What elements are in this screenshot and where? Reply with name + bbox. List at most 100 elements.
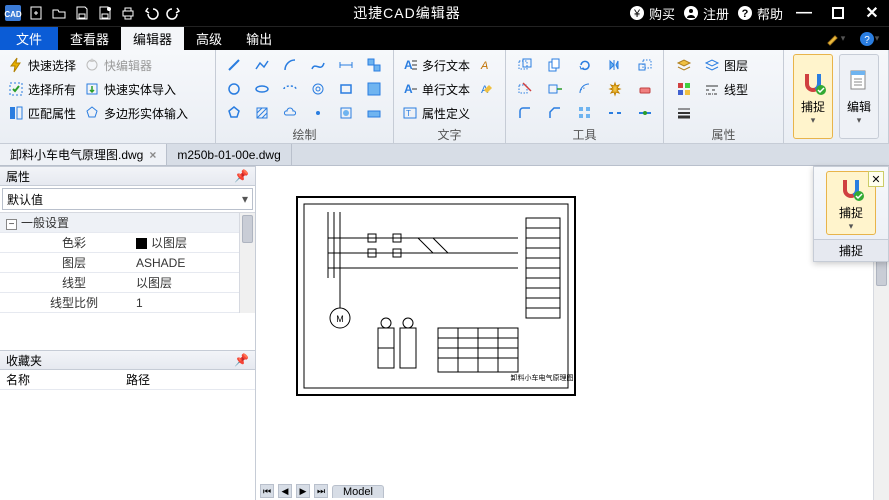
circle-icon[interactable]	[222, 78, 246, 100]
linetype-button[interactable]: 线型	[702, 78, 750, 100]
block-icon[interactable]	[362, 54, 386, 76]
tab-last-icon[interactable]: ⏭	[314, 484, 328, 498]
tab-prev-icon[interactable]: ◀	[278, 484, 292, 498]
file-tab-0[interactable]: 卸料小车电气原理图.dwg×	[0, 144, 167, 165]
arc-icon[interactable]	[278, 54, 302, 76]
chamfer-icon[interactable]	[542, 102, 568, 124]
offset-icon[interactable]	[572, 78, 598, 100]
rotate-icon[interactable]	[572, 54, 598, 76]
menu-help-icon[interactable]: ?▾	[855, 29, 883, 49]
color-props-icon[interactable]	[670, 78, 698, 100]
copy-icon[interactable]	[542, 54, 568, 76]
menu-paint-icon[interactable]: ▾	[821, 29, 849, 49]
buy-link[interactable]: ¥购买	[629, 4, 675, 23]
open-icon[interactable]	[48, 3, 70, 23]
text-edit-icon[interactable]: A	[476, 78, 498, 100]
save-icon[interactable]	[71, 3, 93, 23]
ellipse-arc-icon[interactable]	[278, 78, 302, 100]
properties-scrollbar[interactable]	[239, 213, 255, 313]
model-tab[interactable]: Model	[332, 485, 384, 498]
layer-props-icon[interactable]	[670, 54, 698, 76]
drawing-canvas[interactable]: M 卸料小车电气原理图 ⏮ ◀ ▶ ⏭	[256, 166, 889, 500]
draw-extra2-icon[interactable]	[362, 102, 386, 124]
text-style-icon[interactable]: A	[476, 54, 498, 76]
move-icon[interactable]	[512, 54, 538, 76]
tab-viewer[interactable]: 查看器	[58, 27, 121, 50]
match-props-button[interactable]: 匹配属性	[6, 102, 78, 124]
select-all-icon	[8, 81, 24, 97]
point-icon[interactable]	[306, 102, 330, 124]
file-label: 文件	[16, 29, 42, 48]
spline-icon[interactable]	[306, 54, 330, 76]
singleline-text-button[interactable]: A单行文本	[400, 78, 472, 100]
quick-entity-import-button[interactable]: 快速实体导入	[82, 78, 190, 100]
polyline-icon[interactable]	[250, 54, 274, 76]
prop-row-linescale[interactable]: 线型比例1	[0, 293, 255, 313]
ring-icon[interactable]	[306, 78, 330, 100]
mirror-icon[interactable]	[602, 54, 628, 76]
array-icon[interactable]	[572, 102, 598, 124]
edit-button[interactable]: 编辑 ▾	[839, 54, 879, 139]
snap-button[interactable]: 捕捉 ▾	[793, 54, 833, 139]
quick-editor-button[interactable]: 快编辑器	[82, 54, 190, 76]
polygon-draw-icon[interactable]	[222, 102, 246, 124]
panel-close-icon[interactable]: ✕	[868, 171, 884, 187]
favorites-col-path[interactable]: 路径	[120, 371, 150, 388]
trim-icon[interactable]	[512, 78, 538, 100]
prop-row-color[interactable]: 色彩以图层	[0, 233, 255, 253]
favorites-list[interactable]	[0, 390, 255, 500]
line-icon[interactable]	[222, 54, 246, 76]
maximize-button[interactable]	[825, 2, 851, 24]
tab-next-icon[interactable]: ▶	[296, 484, 310, 498]
favorites-col-name[interactable]: 名称	[0, 371, 120, 388]
print-icon[interactable]	[117, 3, 139, 23]
select-all-button[interactable]: 选择所有	[6, 78, 78, 100]
close-tab-icon[interactable]: ×	[149, 148, 156, 162]
pin-icon[interactable]: 📌	[234, 353, 249, 367]
quick-select-button[interactable]: 快速选择	[6, 54, 78, 76]
new-icon[interactable]	[25, 3, 47, 23]
pin-icon[interactable]: 📌	[234, 169, 249, 183]
document-tabs: 卸料小车电气原理图.dwg× m250b-01-00e.dwg	[0, 144, 889, 166]
tab-advanced[interactable]: 高级	[184, 27, 234, 50]
prop-row-linetype[interactable]: 线型以图层	[0, 273, 255, 293]
properties-combo[interactable]: 默认值▾	[2, 188, 253, 210]
save-as-icon[interactable]	[94, 3, 116, 23]
explode-icon[interactable]	[602, 78, 628, 100]
lineweight-icon[interactable]	[670, 102, 698, 124]
snap-icon	[799, 68, 827, 96]
extend-icon[interactable]	[542, 78, 568, 100]
tab-output[interactable]: 输出	[234, 27, 284, 50]
scale-icon[interactable]	[632, 54, 658, 76]
ellipse-icon[interactable]	[250, 78, 274, 100]
rect-icon[interactable]	[334, 78, 358, 100]
help-link[interactable]: ?帮助	[737, 4, 783, 23]
layer-button[interactable]: 图层	[702, 54, 750, 76]
attr-def-button[interactable]: T属性定义	[400, 102, 472, 124]
fillet-icon[interactable]	[512, 102, 538, 124]
prop-section-header[interactable]: −一般设置	[0, 213, 255, 233]
tab-first-icon[interactable]: ⏮	[260, 484, 274, 498]
close-button[interactable]: ✕	[859, 2, 885, 24]
minimize-button[interactable]: —	[791, 2, 817, 24]
file-tab-1[interactable]: m250b-01-00e.dwg	[167, 144, 291, 165]
tab-editor[interactable]: 编辑器	[121, 27, 184, 50]
undo-icon[interactable]	[140, 3, 162, 23]
erase-icon[interactable]	[632, 78, 658, 100]
multiline-text-button[interactable]: A多行文本	[400, 54, 472, 76]
file-menu[interactable]: 文件	[0, 27, 58, 50]
cloud-icon[interactable]	[278, 102, 302, 124]
prop-row-layer[interactable]: 图层ASHADE	[0, 253, 255, 273]
redo-icon[interactable]	[163, 3, 185, 23]
register-link[interactable]: 注册	[683, 4, 729, 23]
hatch-group-icon[interactable]	[362, 78, 386, 100]
dimension-icon[interactable]	[334, 54, 358, 76]
draw-extra1-icon[interactable]	[334, 102, 358, 124]
polygon-entity-input-button[interactable]: 多边形实体输入	[82, 102, 190, 124]
properties-panel-title: 属性📌	[0, 166, 255, 186]
hatch-icon[interactable]	[250, 102, 274, 124]
join-icon[interactable]	[632, 102, 658, 124]
mtext-icon: A	[402, 57, 418, 73]
app-logo[interactable]: CAD	[2, 3, 24, 23]
break-icon[interactable]	[602, 102, 628, 124]
